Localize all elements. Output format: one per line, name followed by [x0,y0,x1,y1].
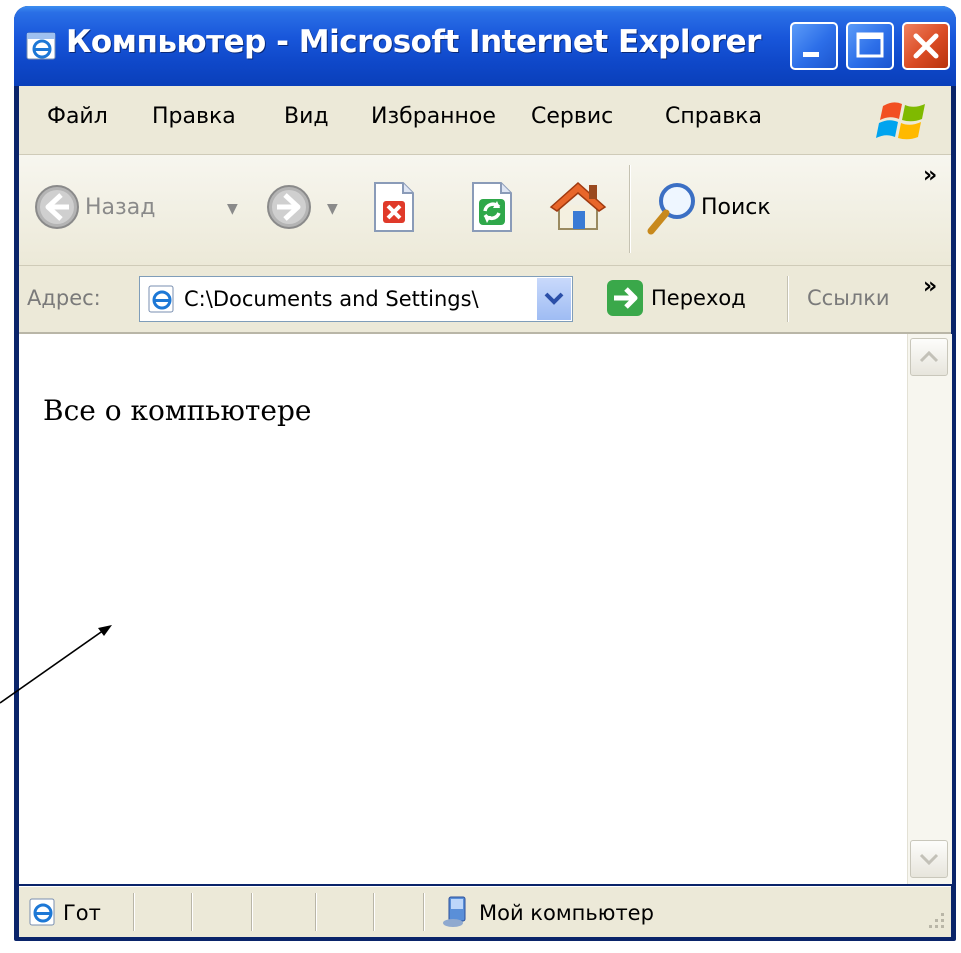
maximize-button[interactable] [846,22,894,70]
address-separator [787,276,789,322]
menu-view[interactable]: Вид [284,104,329,129]
status-divider [423,893,425,931]
go-icon[interactable] [605,278,645,318]
address-label: Адрес: [27,286,101,310]
ie-icon [26,32,56,60]
back-icon[interactable] [33,183,81,231]
go-button-label[interactable]: Переход [651,286,746,310]
chevron-up-icon [919,350,939,363]
address-bar: Адрес: C:\Documents and Settings\ Перехо… [19,266,951,334]
toolbar-separator [629,165,631,253]
status-divider [315,893,317,931]
title-bar[interactable]: Компьютер - Microsoft Internet Explorer [14,6,956,86]
menu-bar: Файл Правка Вид Избранное Сервис Справка [19,86,951,155]
page-text: Все о компьютере [43,394,312,427]
chevron-down-icon [919,853,939,866]
status-divider [373,893,375,931]
page-content[interactable]: Все о компьютере [19,334,952,884]
address-more-button[interactable]: » [923,274,937,299]
status-divider [251,893,253,931]
address-input[interactable]: C:\Documents and Settings\ [139,276,573,322]
close-button[interactable] [902,22,950,70]
ie-status-icon [29,898,55,926]
address-dropdown-button[interactable] [536,278,571,320]
chevron-down-icon [544,292,564,305]
scroll-down-button[interactable] [910,840,948,878]
vertical-scrollbar[interactable] [907,334,952,884]
scroll-up-button[interactable] [910,338,948,376]
resize-grip-icon[interactable] [923,909,947,933]
forward-icon[interactable] [265,183,313,231]
close-icon [913,33,939,59]
page-icon [148,285,174,313]
window-title: Компьютер - Microsoft Internet Explorer [66,24,761,60]
minimize-button[interactable] [790,22,838,70]
status-bar: Гот Мой компьютер [19,886,951,937]
minimize-icon [803,52,819,57]
menu-help[interactable]: Справка [665,104,762,129]
address-value[interactable]: C:\Documents and Settings\ [184,287,534,311]
home-icon[interactable] [549,177,607,235]
menu-favorites[interactable]: Избранное [371,104,496,129]
stop-icon[interactable] [371,181,417,233]
status-divider [133,893,135,931]
menu-edit[interactable]: Правка [152,104,236,129]
computer-icon [443,896,466,927]
search-button-label[interactable]: Поиск [701,195,771,220]
status-text: Гот [63,901,101,925]
status-divider [191,893,193,931]
back-button-label[interactable]: Назад [85,195,155,220]
toolbar-more-button[interactable]: » [923,163,937,188]
forward-dropdown-icon[interactable]: ▼ [327,201,338,217]
refresh-icon[interactable] [469,181,515,233]
zone-label: Мой компьютер [479,901,654,925]
back-dropdown-icon[interactable]: ▼ [227,201,238,217]
browser-window: Компьютер - Microsoft Internet Explorer … [14,6,956,941]
search-icon[interactable] [645,179,699,237]
menu-file[interactable]: Файл [47,104,108,129]
standard-toolbar: Назад ▼ ▼ Поиск » [19,155,951,266]
links-label[interactable]: Ссылки [807,286,890,310]
windows-logo-icon [876,102,925,140]
maximize-icon [856,32,884,58]
menu-tools[interactable]: Сервис [531,104,613,129]
